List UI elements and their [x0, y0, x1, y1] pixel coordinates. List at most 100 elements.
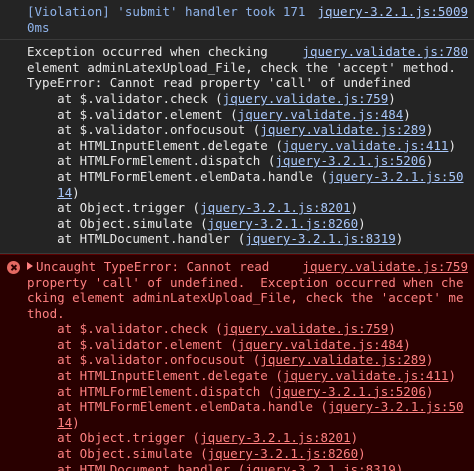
- stack-frame-source-link[interactable]: jquery-3.2.1.js:8319: [245, 462, 396, 471]
- stack-frame-source-link[interactable]: jquery.validate.js:411: [283, 368, 449, 383]
- stack-frame-suffix: ): [350, 200, 359, 216]
- stack-frame-source-link[interactable]: jquery-3.2.1.js:5206: [275, 153, 426, 168]
- stack-frame: at HTMLFormElement.elemData.handle (jque…: [27, 169, 468, 200]
- stack-frame-suffix: ): [72, 184, 80, 200]
- exception-text: element adminLatexUpload_File, check the…: [27, 59, 456, 91]
- stack-frame-source-link[interactable]: jquery-3.2.1.js:8260: [208, 446, 359, 461]
- stack-frame-source-link[interactable]: jquery.validate.js:289: [260, 352, 426, 367]
- console-panel: jquery-3.2.1.js:5009 [Violation] 'submit…: [0, 0, 474, 471]
- stack-frame: at $.validator.onfocusout (jquery.valida…: [27, 122, 468, 138]
- error-source-link[interactable]: jquery.validate.js:759: [302, 259, 468, 275]
- error-first-line: Uncaught TypeError: Cannot read: [36, 258, 270, 274]
- stack-frame-prefix: at: [57, 137, 80, 153]
- uncaught-error-message: jquery.validate.js:759 Uncaught TypeErro…: [0, 253, 474, 471]
- stack-frame-function: HTMLInputElement.delegate (: [79, 137, 283, 153]
- stack-frame-prefix: at: [57, 153, 80, 169]
- stack-frame-function: $.validator.element (: [79, 106, 238, 122]
- stack-frame-suffix: ): [403, 336, 411, 352]
- exception-message: jquery.validate.js:780 Exception occurre…: [0, 40, 474, 254]
- error-stack-trace: at $.validator.check (jquery.validate.js…: [27, 321, 468, 471]
- stack-frame-function: $.validator.element (: [79, 336, 238, 352]
- stack-frame-function: HTMLFormElement.dispatch (: [79, 153, 276, 169]
- stack-frame-prefix: at: [57, 90, 80, 106]
- stack-frame-function: $.validator.onfocusout (: [79, 122, 261, 138]
- stack-frame-suffix: ): [358, 446, 366, 462]
- stack-frame-function: Object.simulate (: [79, 215, 208, 231]
- stack-frame-suffix: ): [425, 383, 434, 399]
- stack-frame-suffix: ): [395, 231, 404, 247]
- stack-frame: at Object.simulate (jquery-3.2.1.js:8260…: [27, 216, 468, 232]
- stack-frame-source-link[interactable]: jquery-3.2.1.js:8201: [200, 430, 351, 445]
- stack-frame: at $.validator.element (jquery.validate.…: [27, 107, 468, 123]
- stack-frame: at HTMLDocument.handler (jquery-3.2.1.js…: [27, 231, 468, 247]
- stack-frame-suffix: ): [425, 153, 434, 169]
- stack-frame-source-link[interactable]: jquery.validate.js:484: [238, 337, 404, 352]
- stack-frame-prefix: at: [57, 106, 80, 122]
- stack-frame-suffix: ): [388, 90, 396, 106]
- stack-frame-suffix: ): [425, 122, 434, 138]
- stack-frame-function: $.validator.onfocusout (: [79, 352, 261, 368]
- stack-frame-suffix: ): [403, 106, 411, 122]
- stack-frame: at HTMLFormElement.dispatch (jquery-3.2.…: [27, 153, 468, 169]
- stack-frame: at HTMLInputElement.delegate (jquery.val…: [27, 368, 468, 384]
- stack-frame: at HTMLFormElement.dispatch (jquery-3.2.…: [27, 384, 468, 400]
- violation-text: [Violation] 'submit' handler took 1710ms: [27, 4, 306, 35]
- stack-frame-source-link[interactable]: jquery.validate.js:759: [223, 321, 389, 336]
- stack-frame-prefix: at: [57, 231, 80, 247]
- stack-frame-source-link[interactable]: jquery.validate.js:759: [223, 91, 389, 106]
- stack-frame-function: HTMLInputElement.delegate (: [79, 368, 283, 384]
- stack-frame-source-link[interactable]: jquery-3.2.1.js:8201: [200, 200, 351, 215]
- stack-frame-suffix: ): [350, 430, 359, 446]
- exception-stack-trace: at $.validator.check (jquery.validate.js…: [27, 91, 468, 247]
- stack-frame-source-link[interactable]: jquery.validate.js:484: [238, 107, 404, 122]
- stack-frame: at HTMLDocument.handler (jquery-3.2.1.js…: [27, 462, 468, 471]
- stack-frame-prefix: at: [57, 461, 80, 471]
- stack-frame-function: HTMLFormElement.elemData.handle (: [79, 399, 329, 415]
- stack-frame-prefix: at: [57, 122, 80, 138]
- violation-source-link[interactable]: jquery-3.2.1.js:5009: [317, 4, 468, 20]
- stack-frame: at $.validator.check (jquery.validate.js…: [27, 91, 468, 107]
- stack-frame: at Object.simulate (jquery-3.2.1.js:8260…: [27, 446, 468, 462]
- stack-frame-suffix: ): [72, 414, 80, 430]
- stack-frame-function: $.validator.check (: [79, 90, 223, 106]
- error-text: property 'call' of undefined. Exception …: [27, 274, 464, 321]
- stack-frame-suffix: ): [448, 137, 456, 153]
- stack-frame-prefix: at: [57, 383, 80, 399]
- stack-frame: at $.validator.element (jquery.validate.…: [27, 337, 468, 353]
- stack-frame: at Object.trigger (jquery-3.2.1.js:8201): [27, 200, 468, 216]
- expand-triangle-icon[interactable]: [27, 261, 33, 270]
- stack-frame: at HTMLInputElement.delegate (jquery.val…: [27, 138, 468, 154]
- stack-frame-suffix: ): [425, 352, 434, 368]
- stack-frame-suffix: ): [395, 461, 404, 471]
- stack-frame-suffix: ): [448, 368, 456, 384]
- violation-message: jquery-3.2.1.js:5009 [Violation] 'submit…: [0, 0, 474, 41]
- stack-frame-suffix: ): [358, 215, 366, 231]
- stack-frame-prefix: at: [57, 321, 80, 337]
- stack-frame: at $.validator.check (jquery.validate.js…: [27, 321, 468, 337]
- stack-frame-prefix: at: [57, 399, 80, 415]
- stack-frame-prefix: at: [57, 200, 80, 216]
- stack-frame-function: HTMLFormElement.elemData.handle (: [79, 168, 329, 184]
- stack-frame-function: Object.simulate (: [79, 446, 208, 462]
- stack-frame-function: HTMLDocument.handler (: [79, 231, 246, 247]
- stack-frame-suffix: ): [388, 321, 396, 337]
- stack-frame: at HTMLFormElement.elemData.handle (jque…: [27, 399, 468, 430]
- stack-frame: at Object.trigger (jquery-3.2.1.js:8201): [27, 430, 468, 446]
- stack-frame-source-link[interactable]: jquery.validate.js:411: [283, 138, 449, 153]
- exception-source-link[interactable]: jquery.validate.js:780: [302, 44, 468, 60]
- stack-frame-prefix: at: [57, 430, 80, 446]
- error-circle-icon: [7, 260, 20, 274]
- stack-frame-prefix: at: [57, 215, 80, 231]
- stack-frame-source-link[interactable]: jquery-3.2.1.js:8260: [208, 216, 359, 231]
- stack-frame-function: Object.trigger (: [79, 430, 201, 446]
- stack-frame-prefix: at: [57, 168, 80, 184]
- exception-first-line: Exception occurred when checking: [27, 44, 268, 60]
- stack-frame-source-link[interactable]: jquery-3.2.1.js:5206: [275, 384, 426, 399]
- stack-frame-prefix: at: [57, 368, 80, 384]
- stack-frame-prefix: at: [57, 336, 80, 352]
- stack-frame: at $.validator.onfocusout (jquery.valida…: [27, 352, 468, 368]
- stack-frame-function: HTMLFormElement.dispatch (: [79, 383, 276, 399]
- stack-frame-source-link[interactable]: jquery-3.2.1.js:8319: [245, 231, 396, 246]
- stack-frame-source-link[interactable]: jquery.validate.js:289: [260, 122, 426, 137]
- stack-frame-prefix: at: [57, 352, 80, 368]
